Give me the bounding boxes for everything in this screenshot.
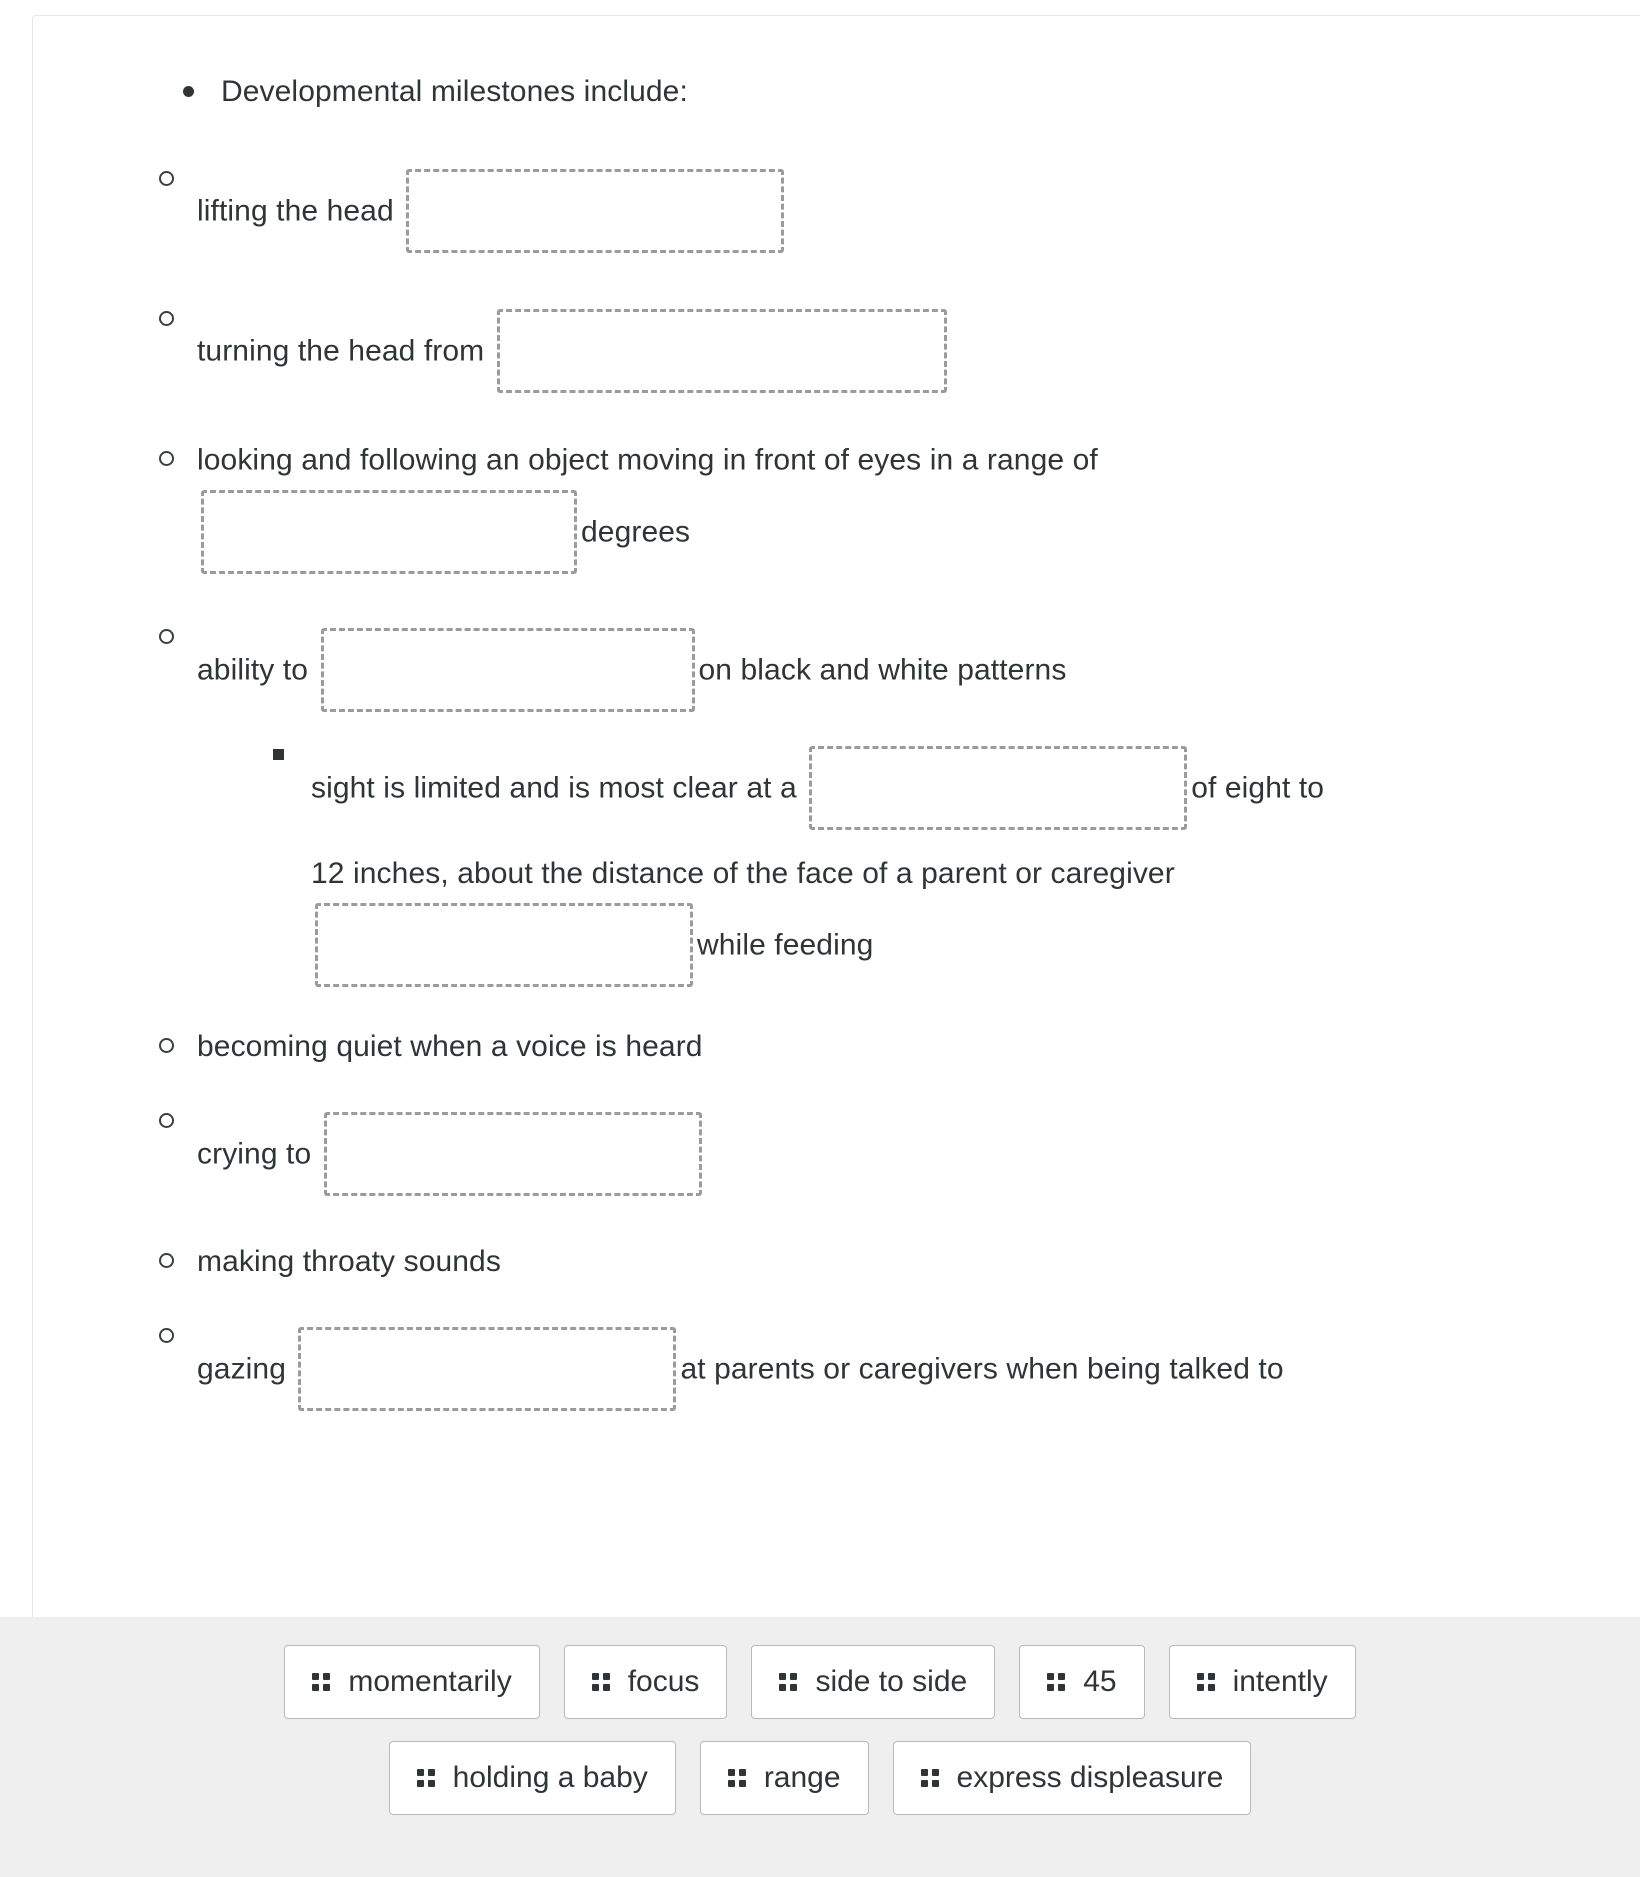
text-becoming-quiet: becoming quiet when a voice is heard: [197, 1029, 703, 1063]
circle-bullet-icon: [159, 159, 199, 198]
square-bullet-icon: [273, 736, 313, 775]
question-body: Developmental milestones include: liftin…: [33, 16, 1640, 1618]
word-chip-label: 45: [1083, 1665, 1117, 1698]
word-chip-label: focus: [627, 1665, 700, 1698]
word-bank-row-1: momentarily focus side to side 45 intent…: [0, 1645, 1640, 1719]
drag-handle-icon[interactable]: [727, 1769, 746, 1787]
circle-bullet-icon: [159, 439, 199, 478]
word-chip-momentarily[interactable]: momentarily: [284, 1645, 540, 1719]
circle-bullet-icon: [159, 1317, 199, 1356]
blank-turning-head[interactable]: [496, 309, 947, 393]
word-chip-label: intently: [1232, 1665, 1328, 1698]
text-degrees: degrees: [581, 515, 691, 549]
word-chip-side-to-side[interactable]: side to side: [751, 1645, 996, 1719]
blank-range-distance[interactable]: [809, 745, 1188, 830]
list-item-gazing: gazing at parents or caregivers when bei…: [159, 1317, 1600, 1421]
word-chip-label: momentarily: [348, 1665, 512, 1698]
drag-handle-icon[interactable]: [1047, 1673, 1066, 1691]
word-chip-label: side to side: [815, 1665, 968, 1698]
list-item-sight-is-limited: sight is limited and is most clear at a …: [273, 736, 1600, 997]
word-chip-range[interactable]: range: [699, 1741, 869, 1815]
blank-lifting-head[interactable]: [406, 169, 785, 253]
disc-bullet-icon: [183, 72, 223, 111]
list-item-looking-and-following: looking and following an object moving i…: [159, 439, 1600, 584]
text-making-throaty-sounds: making throaty sounds: [197, 1244, 501, 1278]
list-item-root: Developmental milestones include:: [183, 72, 1600, 111]
root-bullet-text: Developmental milestones include:: [221, 75, 688, 108]
drag-handle-icon[interactable]: [591, 1673, 610, 1691]
word-bank-row-2: holding a baby range express displeasure: [0, 1741, 1640, 1815]
text-black-white-patterns: on black and white patterns: [698, 653, 1067, 687]
circle-bullet-icon: [159, 1242, 199, 1281]
word-chip-intently[interactable]: intently: [1168, 1645, 1356, 1719]
text-of-eight-to: of eight to: [1191, 771, 1325, 805]
circle-bullet-icon: [159, 299, 199, 338]
text-gazing: gazing: [197, 1352, 295, 1386]
drag-handle-icon[interactable]: [920, 1769, 939, 1787]
text-turning-head: turning the head from: [197, 334, 493, 368]
drag-handle-icon[interactable]: [416, 1769, 435, 1787]
blank-intently[interactable]: [298, 1326, 677, 1411]
circle-bullet-icon: [159, 618, 199, 657]
list-item-ability-to: ability to on black and white patterns: [159, 618, 1600, 722]
text-looking-following: looking and following an object moving i…: [197, 443, 1107, 477]
milestones-list: Developmental milestones include: liftin…: [73, 72, 1600, 1421]
circle-bullet-icon: [159, 1027, 199, 1066]
word-chip-45[interactable]: 45: [1019, 1645, 1145, 1719]
word-bank: momentarily focus side to side 45 intent…: [0, 1617, 1640, 1877]
word-chip-holding-a-baby[interactable]: holding a baby: [388, 1741, 676, 1815]
list-item-making-throaty-sounds: making throaty sounds: [159, 1242, 1600, 1281]
text-inches-distance: 12 inches, about the distance of the fac…: [311, 856, 1175, 890]
blank-focus[interactable]: [320, 627, 695, 712]
text-while-feeding: while feeding: [697, 928, 874, 962]
drag-handle-icon[interactable]: [312, 1673, 331, 1691]
text-ability-to: ability to: [197, 653, 317, 687]
blank-express-displeasure[interactable]: [323, 1111, 702, 1196]
text-lifting-head: lifting the head: [197, 194, 403, 228]
circle-bullet-icon: [159, 1102, 199, 1141]
word-chip-label: express displeasure: [956, 1761, 1224, 1794]
screen: Developmental milestones include: liftin…: [0, 0, 1640, 1877]
word-chip-focus[interactable]: focus: [563, 1645, 728, 1719]
word-bank-rows: momentarily focus side to side 45 intent…: [0, 1617, 1640, 1815]
word-chip-label: range: [763, 1761, 841, 1794]
word-chip-label: holding a baby: [452, 1761, 648, 1794]
word-chip-express-displeasure[interactable]: express displeasure: [892, 1741, 1252, 1815]
text-crying-to: crying to: [197, 1137, 320, 1171]
list-item-crying-to: crying to: [159, 1102, 1600, 1206]
list-item-turning-the-head: turning the head from: [159, 299, 1600, 403]
blank-holding-a-baby[interactable]: [315, 902, 693, 987]
drag-handle-icon[interactable]: [779, 1673, 798, 1691]
text-at-parents: at parents or caregivers when being talk…: [680, 1352, 1284, 1386]
question-card: Developmental milestones include: liftin…: [32, 15, 1640, 1877]
drag-handle-icon[interactable]: [1196, 1673, 1215, 1691]
text-sight-limited: sight is limited and is most clear at a: [311, 771, 806, 805]
list-item-becoming-quiet: becoming quiet when a voice is heard: [159, 1027, 1600, 1066]
list-item-lifting-the-head: lifting the head: [159, 159, 1600, 263]
blank-degrees-value[interactable]: [201, 489, 577, 574]
